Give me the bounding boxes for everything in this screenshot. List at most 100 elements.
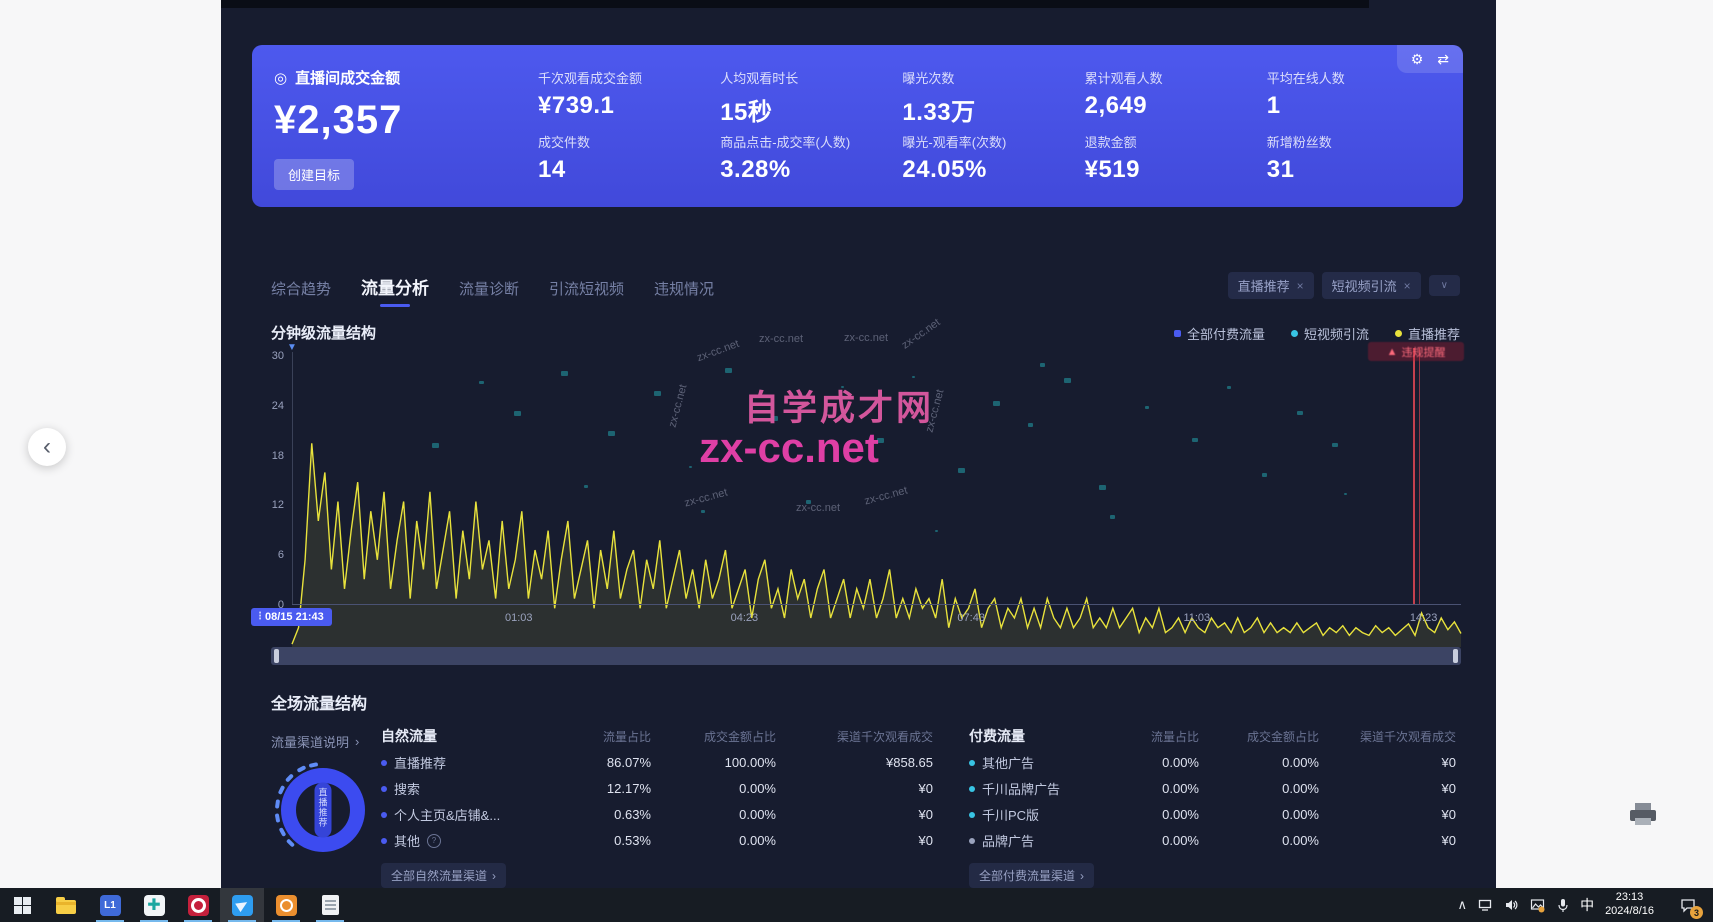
- cell-value: 0.00%: [1199, 781, 1319, 796]
- channel-label: 个人主页&店铺&...: [394, 805, 500, 824]
- channel-dot: [969, 812, 975, 818]
- x-tick-label: 01:03: [505, 612, 533, 624]
- taskbar-app-blue-l1-app[interactable]: L1: [88, 888, 132, 922]
- table-header-row: 自然流量流量占比成交金额占比渠道千次观看成交: [381, 726, 933, 746]
- channel-name: 品牌广告: [969, 831, 1119, 850]
- filter-dropdown[interactable]: ∨: [1429, 275, 1460, 296]
- network-icon[interactable]: [1478, 898, 1493, 912]
- taskbar-app-teal-cross-app[interactable]: ✚: [132, 888, 176, 922]
- cell-value: 12.17%: [581, 781, 651, 796]
- tab-违规情况[interactable]: 违规情况: [654, 278, 714, 307]
- cell-value: 0.00%: [1119, 807, 1199, 822]
- dashboard-window: ⚙ ⇄ ◎ 直播间成交金额 ¥2,357 创建目标 千次观看成交金额¥739.1…: [221, 0, 1496, 888]
- table-footer-link[interactable]: 全部自然流量渠道›: [381, 863, 506, 888]
- x-axis-line: [292, 604, 1461, 605]
- microphone-icon[interactable]: [1557, 898, 1569, 913]
- swap-metrics-icon[interactable]: ⇄: [1437, 52, 1449, 66]
- range-start-badge[interactable]: 08/15 21:43: [251, 608, 332, 626]
- cell-value: ¥0: [776, 833, 933, 848]
- legend-item[interactable]: 直播推荐: [1395, 324, 1460, 343]
- cell-value: ¥0: [1319, 807, 1456, 822]
- printer-icon[interactable]: [1630, 802, 1656, 828]
- cell-value: 0.00%: [1199, 755, 1319, 770]
- slider-right-handle[interactable]: [1453, 649, 1458, 663]
- main-metric-value: ¥2,357: [274, 98, 524, 143]
- tray-chevron-up-icon[interactable]: ∧: [1458, 897, 1468, 913]
- clock-time: 23:13: [1605, 891, 1654, 905]
- metric-cell: 商品点击-成交率(人数)3.28%: [720, 132, 890, 196]
- channel-label: 其他: [394, 831, 420, 850]
- taskbar-app-file-explorer[interactable]: [44, 888, 88, 922]
- channel-dot: [969, 838, 975, 844]
- legend-item[interactable]: 全部付费流量: [1174, 324, 1265, 343]
- metric-label: 人均观看时长: [720, 68, 890, 87]
- footer-label: 全部付费流量渠道: [979, 867, 1075, 884]
- close-icon[interactable]: ×: [1404, 279, 1411, 293]
- tab-流量分析[interactable]: 流量分析: [361, 274, 429, 307]
- watermark-small: zx-cc.net: [844, 332, 888, 344]
- chart-legend: 全部付费流量 短视频引流 直播推荐: [1174, 324, 1460, 343]
- filter-tag[interactable]: 直播推荐 ×: [1228, 272, 1314, 299]
- column-header: 流量占比: [1119, 728, 1199, 745]
- column-header: 流量占比: [581, 728, 651, 745]
- metric-value: ¥739.1: [538, 92, 708, 120]
- table-header-row: 付费流量流量占比成交金额占比渠道千次观看成交: [969, 726, 1456, 746]
- tab-综合趋势[interactable]: 综合趋势: [271, 278, 331, 307]
- action-center-button[interactable]: 3: [1671, 888, 1705, 922]
- donut-dash-segment: [275, 813, 281, 823]
- y-tick-label: 6: [278, 549, 284, 561]
- paid-traffic-table: 付费流量流量占比成交金额占比渠道千次观看成交其他广告0.00%0.00%¥0千川…: [969, 726, 1456, 888]
- taskbar-app-red-ring-app[interactable]: [176, 888, 220, 922]
- taskbar-app-orange-dot-app[interactable]: [264, 888, 308, 922]
- metric-cell: 退款金额¥519: [1085, 132, 1255, 196]
- time-range-slider[interactable]: [271, 647, 1461, 665]
- table-footer-link[interactable]: 全部付费流量渠道›: [969, 863, 1094, 888]
- noise-dot: [654, 391, 661, 396]
- filter-tag[interactable]: 短视频引流×: [1322, 272, 1421, 299]
- ime-indicator[interactable]: 中: [1580, 895, 1594, 915]
- metrics-grid: 千次观看成交金额¥739.1人均观看时长15秒曝光次数1.33万累计观看人数2,…: [538, 68, 1437, 195]
- noise-dot: [432, 443, 439, 448]
- volume-icon[interactable]: [1504, 898, 1519, 912]
- taskbar-app-notepad[interactable]: [308, 888, 352, 922]
- filter-tags: 直播推荐×短视频引流×∨: [1228, 272, 1460, 299]
- create-goal-button[interactable]: 创建目标: [274, 159, 354, 190]
- y-tick-label: 30: [272, 350, 284, 362]
- noise-dot: [912, 376, 915, 378]
- taskbar-app-windows-start[interactable]: [0, 888, 44, 922]
- cell-value: 0.00%: [1119, 781, 1199, 796]
- legend-item[interactable]: 短视频引流: [1291, 324, 1369, 343]
- metric-value: 24.05%: [902, 156, 1072, 184]
- main-metric-label: 直播间成交金额: [295, 67, 400, 88]
- traffic-structure-title: 全场流量结构: [271, 690, 367, 714]
- channel-help-link[interactable]: 流量渠道说明 ›: [271, 732, 359, 751]
- noise-dot: [1110, 515, 1115, 519]
- tab-流量诊断[interactable]: 流量诊断: [459, 278, 519, 307]
- photos-tray-icon[interactable]: [1530, 898, 1546, 913]
- cell-value: ¥0: [776, 807, 933, 822]
- settings-gear-icon[interactable]: ⚙: [1411, 52, 1424, 66]
- taskbar-app-blue-arrow-app[interactable]: [220, 888, 264, 922]
- taskbar-clock[interactable]: 23:13 2024/8/16: [1605, 891, 1654, 919]
- metric-label: 商品点击-成交率(人数): [720, 132, 890, 151]
- carousel-prev-button[interactable]: ‹: [28, 428, 66, 466]
- close-icon[interactable]: ×: [1297, 279, 1304, 293]
- metric-cell: 累计观看人数2,649: [1085, 68, 1255, 132]
- metric-value: 1: [1267, 92, 1437, 120]
- noise-dot: [958, 468, 965, 473]
- slider-left-handle[interactable]: [274, 649, 279, 663]
- metric-cell: 新增粉丝数31: [1267, 132, 1437, 196]
- help-icon[interactable]: ?: [427, 834, 441, 848]
- column-header: 成交金额占比: [1199, 728, 1319, 745]
- y-tick-label: 24: [272, 400, 284, 412]
- watermark-small: zx-cc.net: [900, 316, 943, 351]
- table-row: 直播推荐86.07%100.00%¥858.65: [381, 753, 933, 772]
- channel-label: 千川品牌广告: [982, 779, 1060, 798]
- legend-marker: [1395, 330, 1402, 337]
- cell-value: ¥0: [1319, 781, 1456, 796]
- donut-dash-segment: [275, 799, 280, 808]
- filter-tag-label: 直播推荐: [1238, 276, 1290, 295]
- channel-dot: [969, 786, 975, 792]
- channel-name: 其他广告: [969, 753, 1119, 772]
- tab-引流短视频[interactable]: 引流短视频: [549, 278, 624, 307]
